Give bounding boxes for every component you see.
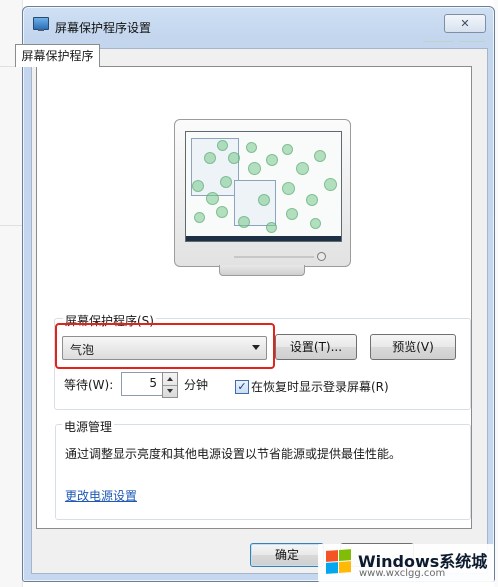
bubble: [266, 154, 278, 166]
logo-tile: [326, 562, 338, 574]
close-button[interactable]: ✕: [444, 14, 486, 33]
bubble: [324, 178, 337, 191]
preview-screen: [185, 131, 342, 242]
monitor-bezel-line: [234, 256, 314, 258]
bubble: [192, 180, 204, 192]
bubble: [246, 142, 257, 153]
change-power-settings-link[interactable]: 更改电源设置: [65, 487, 137, 504]
monitor-icon: [33, 17, 49, 31]
logo-tile: [326, 550, 338, 562]
power-group-label: 电源管理: [62, 418, 115, 435]
wait-label: 等待(W):: [64, 378, 114, 392]
power-management-group: [55, 424, 471, 520]
monitor-stand: [219, 265, 305, 276]
close-icon: ✕: [460, 17, 470, 30]
wait-minutes-input[interactable]: 5: [121, 372, 163, 396]
spinner-down-icon[interactable]: [163, 385, 177, 397]
background-left-panel: [0, 0, 23, 587]
watermark-url: www.wxclgg.com: [359, 568, 446, 579]
wait-minutes-value: 5: [149, 376, 157, 390]
power-description: 通过调整显示亮度和其他电源设置以节省能源或提供最佳性能。: [65, 447, 402, 461]
title-decoration: [459, 41, 485, 42]
title-decoration: [423, 41, 453, 42]
bubble: [286, 208, 298, 220]
bubble: [228, 152, 240, 164]
tab-screensaver[interactable]: 屏幕保护程序: [15, 44, 100, 67]
window-title: 屏幕保护程序设置: [55, 21, 152, 35]
preview-taskbar: [186, 236, 341, 241]
logo-tile: [339, 561, 351, 573]
bubble: [220, 176, 232, 188]
wait-spinner[interactable]: [162, 372, 178, 398]
settings-button[interactable]: 设置(T)...: [275, 334, 357, 360]
logo-tile: [339, 549, 351, 561]
minutes-unit-label: 分钟: [184, 378, 209, 392]
preview-button[interactable]: 预览(V): [370, 334, 456, 360]
bubble: [266, 222, 277, 233]
resume-login-checkbox[interactable]: ✓: [235, 380, 249, 394]
bubble: [238, 216, 250, 228]
bubble: [194, 212, 205, 223]
checkmark-icon: ✓: [237, 380, 247, 393]
bubble: [217, 140, 228, 151]
background-divider: [0, 225, 22, 226]
bubble: [248, 162, 261, 175]
power-indicator-icon: [317, 252, 326, 261]
highlight-annotation: [55, 323, 275, 369]
bubble: [258, 194, 270, 206]
ok-button[interactable]: 确定: [250, 543, 324, 567]
bubble: [282, 182, 295, 195]
watermark: Windows系统城 www.wxclgg.com: [318, 544, 494, 582]
bubble: [306, 194, 318, 206]
bubble: [310, 218, 321, 229]
bubble: [206, 192, 219, 205]
bubble: [296, 162, 309, 175]
resume-login-label[interactable]: 在恢复时显示登录屏幕(R): [251, 378, 389, 395]
bubble: [314, 150, 326, 162]
windows-logo-icon: [326, 549, 352, 575]
bubble: [282, 144, 293, 155]
title-bar[interactable]: 屏幕保护程序设置 ✕: [23, 7, 494, 37]
bubble: [204, 152, 216, 164]
bubble: [216, 206, 228, 218]
